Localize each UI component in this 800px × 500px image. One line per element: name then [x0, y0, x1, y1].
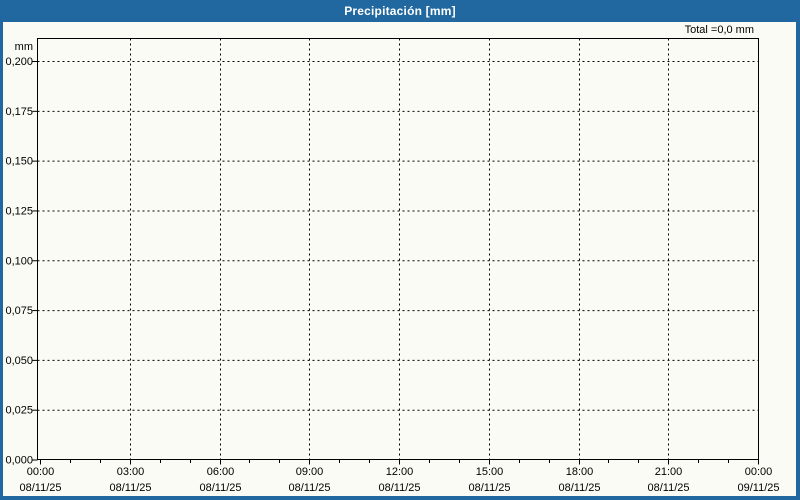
svg-text:08/11/25: 08/11/25: [647, 482, 689, 494]
svg-text:08/11/25: 08/11/25: [378, 482, 420, 494]
svg-text:12:00: 12:00: [386, 466, 414, 478]
svg-text:0,175: 0,175: [5, 106, 33, 118]
svg-text:08/11/25: 08/11/25: [288, 482, 330, 494]
svg-text:0,150: 0,150: [5, 156, 33, 168]
chart-title-bar: Precipitación [mm]: [0, 0, 800, 22]
svg-text:15:00: 15:00: [476, 466, 504, 478]
svg-text:0,075: 0,075: [5, 305, 33, 317]
svg-text:06:00: 06:00: [207, 466, 235, 478]
svg-text:08/11/25: 08/11/25: [558, 482, 600, 494]
svg-text:0,000: 0,000: [5, 455, 33, 467]
svg-text:08/11/25: 08/11/25: [109, 482, 151, 494]
svg-text:mm: mm: [15, 41, 33, 53]
svg-text:0,050: 0,050: [5, 355, 33, 367]
svg-text:00:00: 00:00: [745, 466, 773, 478]
svg-text:0,100: 0,100: [5, 255, 33, 267]
svg-text:08/11/25: 08/11/25: [199, 482, 241, 494]
svg-text:03:00: 03:00: [117, 466, 145, 478]
svg-text:08/11/25: 08/11/25: [468, 482, 510, 494]
precipitation-chart: 0,200 0,175 0,150 0,125 0,100 0,075 0,050 0,025…: [5, 38, 780, 494]
svg-text:09/11/25: 09/11/25: [737, 482, 779, 494]
svg-text:0,125: 0,125: [5, 205, 33, 217]
svg-text:21:00: 21:00: [655, 466, 683, 478]
svg-text:18:00: 18:00: [566, 466, 594, 478]
svg-text:00:00: 00:00: [27, 466, 55, 478]
svg-text:0,025: 0,025: [5, 405, 33, 417]
chart-window: Precipitación [mm] Total =0,0 mm 0,200 0,…: [0, 0, 800, 500]
chart-title: Precipitación [mm]: [344, 4, 456, 18]
svg-text:09:00: 09:00: [296, 466, 324, 478]
svg-text:0,200: 0,200: [5, 56, 33, 68]
svg-text:08/11/25: 08/11/25: [19, 482, 61, 494]
